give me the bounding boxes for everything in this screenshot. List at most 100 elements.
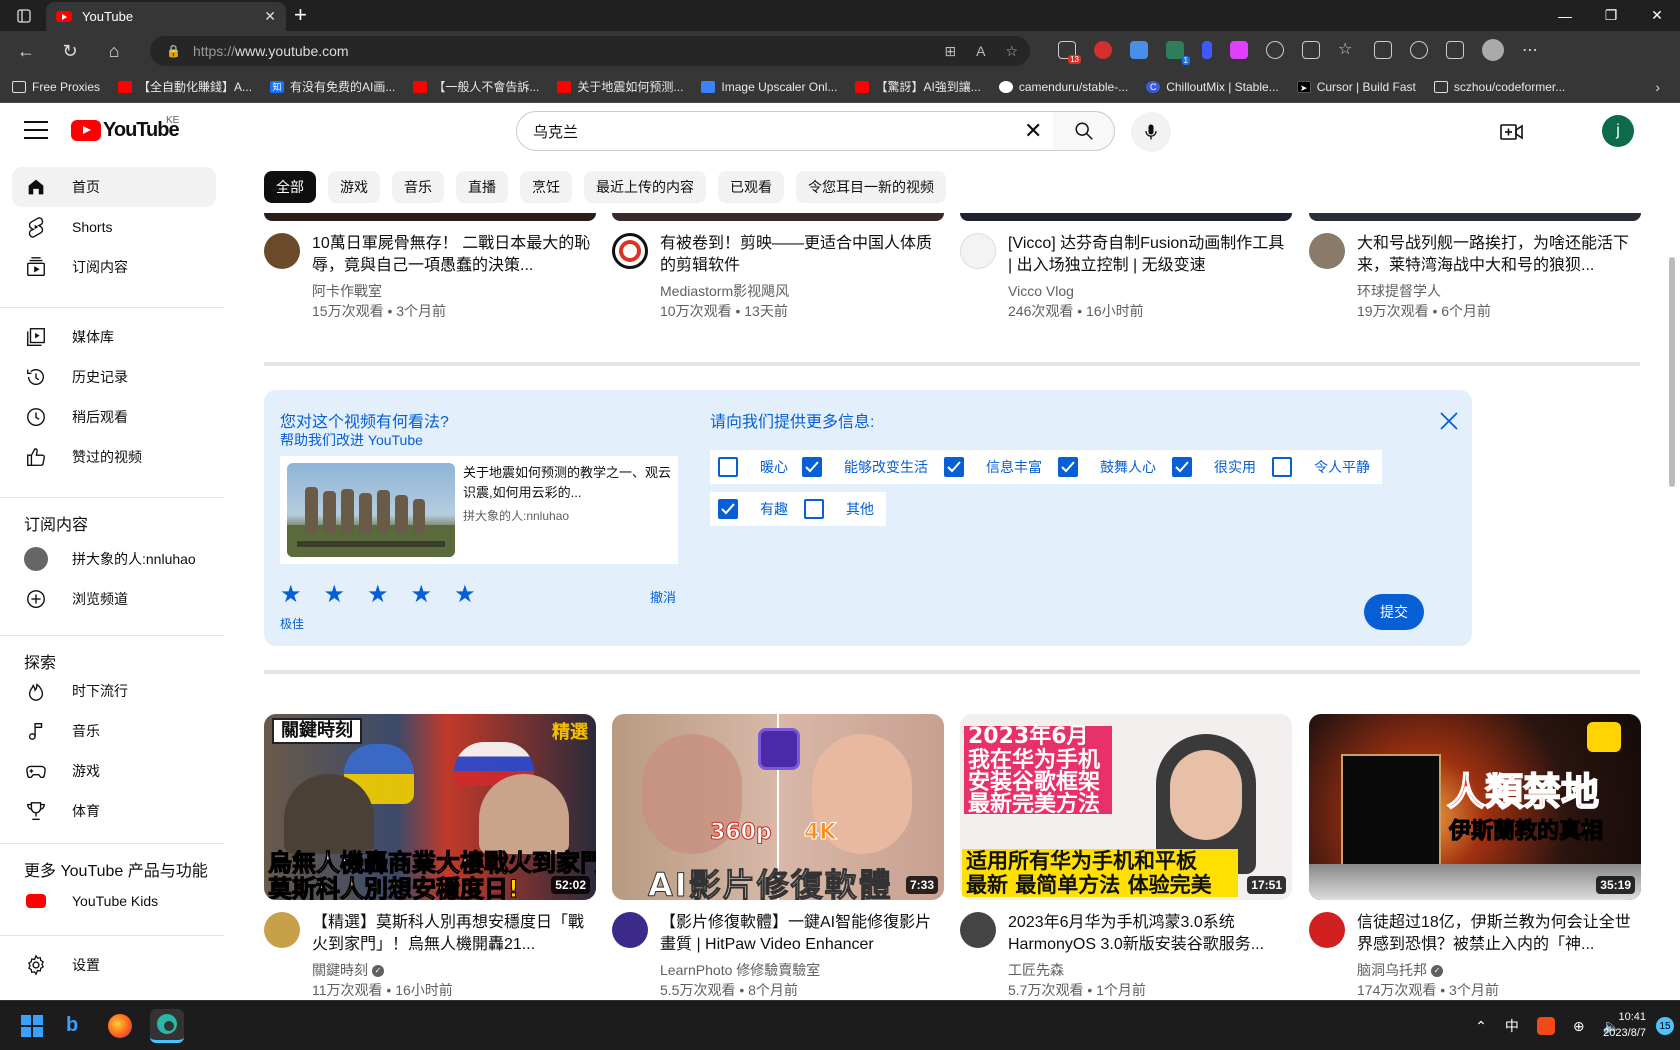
checkbox-checked[interactable] (802, 457, 822, 477)
sidebar-item-youtube-kids[interactable]: YouTube Kids (12, 881, 216, 921)
video-title[interactable]: 信徒超过18亿，伊斯兰教为何会让全世界感到恐惧？被禁止入内的「神... (1357, 912, 1641, 956)
voice-search-button[interactable] (1131, 112, 1171, 152)
video-card[interactable]: 【精選】莫斯科人別再想安穩度日「戰火到家門」！烏無人機開轟21... 關鍵時刻 ✓… (264, 912, 596, 1000)
clear-search-icon[interactable]: ✕ (1024, 120, 1042, 142)
windows-start-icon[interactable] (20, 1014, 44, 1038)
sogou-icon[interactable] (1536, 1017, 1555, 1035)
star-icon[interactable]: ★ (324, 583, 346, 607)
tab-actions-icon[interactable] (0, 0, 48, 31)
channel-avatar[interactable] (612, 233, 648, 269)
survey-video-thumbnail[interactable] (287, 463, 455, 557)
extension-pink-icon[interactable] (1230, 41, 1248, 59)
bookmark-item[interactable]: Free Proxies (12, 80, 100, 94)
option-calming[interactable]: 令人平静 (1264, 450, 1382, 484)
undo-button[interactable]: 撤消 (650, 587, 676, 606)
checkbox-checked[interactable] (718, 499, 738, 519)
channel-name[interactable]: 阿卡作戰室 (312, 281, 596, 301)
capture-icon[interactable] (1446, 41, 1464, 59)
video-card[interactable]: 信徒超过18亿，伊斯兰教为何会让全世界感到恐惧？被禁止入内的「神... 脑洞乌托… (1309, 912, 1641, 1000)
bookmark-item[interactable]: 【一般人不會告訴... (413, 78, 539, 95)
bing-icon[interactable]: b (66, 1014, 90, 1038)
lock-icon[interactable]: 🔒 (166, 44, 181, 58)
extensions-puzzle-icon[interactable] (1266, 41, 1284, 59)
checkbox[interactable] (804, 499, 824, 519)
back-icon[interactable]: ← (8, 35, 44, 67)
chip-recently-uploaded[interactable]: 最近上传的内容 (584, 171, 706, 203)
sidebar-item-settings[interactable]: 设置 (12, 945, 216, 985)
sidebar-item-sports[interactable]: 体育 (12, 791, 216, 831)
sidebar-item-music[interactable]: 音乐 (12, 711, 216, 751)
bookmark-item[interactable]: camenduru/stable-... (998, 80, 1128, 94)
chip-live[interactable]: 直播 (456, 171, 508, 203)
address-bar[interactable]: 🔒 https:// www.youtube.com ⊞ A ☆ (150, 36, 1030, 66)
chip-new-to-you[interactable]: 令您耳目一新的视频 (796, 171, 946, 203)
channel-name[interactable]: Mediastorm影视飓风 (660, 281, 944, 301)
system-clock[interactable]: 10:41 2023/8/7 (1603, 1009, 1646, 1041)
channel-avatar[interactable] (264, 912, 300, 948)
extension-green-icon[interactable]: 1 (1166, 41, 1190, 65)
favorites-icon[interactable]: ☆ (1338, 41, 1356, 59)
sidebar-item-watch-later[interactable]: 稍后观看 (12, 397, 216, 437)
checkbox-checked[interactable] (944, 457, 964, 477)
sidebar-item-channel[interactable]: 拼大象的人:nnluhao (12, 539, 216, 579)
submit-button[interactable]: 提交 (1364, 594, 1424, 630)
video-thumbnail[interactable] (960, 213, 1292, 221)
option-other[interactable]: 其他 (796, 492, 886, 526)
chip-gaming[interactable]: 游戏 (328, 171, 380, 203)
chip-cooking[interactable]: 烹饪 (520, 171, 572, 203)
bookmark-item[interactable]: 【驚訝】AI強到讓... (855, 78, 981, 95)
bookmark-item[interactable]: 【全自動化賺錢】A... (118, 78, 252, 95)
favorite-star-icon[interactable]: ☆ (1005, 43, 1018, 60)
more-menu-icon[interactable]: ⋯ (1522, 40, 1538, 60)
sidebar-item-home[interactable]: 首页 (12, 167, 216, 207)
channel-name[interactable]: Vicco Vlog (1008, 281, 1292, 301)
split-screen-icon[interactable] (1302, 41, 1320, 59)
channel-avatar[interactable] (960, 233, 996, 269)
option-inspiring[interactable]: 鼓舞人心 (1050, 450, 1168, 484)
youtube-logo[interactable]: YouTube (71, 119, 180, 142)
bookmark-item[interactable]: ➤ Cursor | Build Fast (1296, 80, 1416, 94)
video-thumbnail[interactable]: 關鍵時刻 精選 烏無人機轟商業大樓戰火到家門 莫斯科人別想安穩度日! 52:02 (264, 714, 596, 900)
browser-essentials-icon[interactable] (1410, 41, 1428, 59)
bookmark-item[interactable]: C ChilloutMix | Stable... (1146, 80, 1279, 94)
video-thumbnail[interactable]: 人類禁地 伊斯蘭教的真相 35:19 (1309, 714, 1641, 900)
search-button[interactable] (1053, 111, 1115, 151)
video-title[interactable]: 大和号战列舰一路挨打，为啥还能活下来，莱特湾海战中大和号的狼狈... (1357, 233, 1641, 277)
user-avatar[interactable]: j (1602, 115, 1634, 147)
sidebar-item-trending[interactable]: 时下流行 (12, 671, 216, 711)
extension-download-icon[interactable] (1130, 41, 1148, 59)
star-icon[interactable]: ★ (454, 583, 476, 607)
sidebar-item-shorts[interactable]: Shorts (12, 207, 216, 247)
video-card[interactable]: 10萬日軍屍骨無存！ 二戰日本最大的恥辱，竟與自己一項愚蠢的決策... 阿卡作戰… (264, 233, 596, 321)
video-card[interactable]: 大和号战列舰一路挨打，为啥还能活下来，莱特湾海战中大和号的狼狈... 环球提督学… (1309, 233, 1641, 321)
channel-avatar[interactable] (1309, 233, 1345, 269)
home-browser-icon[interactable]: ⌂ (96, 35, 132, 67)
app-available-icon[interactable]: ⊞ (944, 43, 956, 60)
channel-name[interactable]: 环球提督学人 (1357, 281, 1641, 301)
chip-all[interactable]: 全部 (264, 171, 316, 203)
video-thumbnail[interactable] (1309, 213, 1641, 221)
option-life-changing[interactable]: 能够改变生活 (794, 450, 940, 484)
video-thumbnail[interactable]: 360p 4K AI影片修復軟體 7:33 (612, 714, 944, 900)
option-informative[interactable]: 信息丰富 (936, 450, 1054, 484)
collections-icon[interactable] (1374, 41, 1392, 59)
input-method-indicator[interactable]: 中 (1505, 1016, 1519, 1036)
star-icon[interactable]: ★ (280, 583, 302, 607)
refresh-icon[interactable]: ↻ (52, 35, 88, 67)
channel-name[interactable]: 工匠先森 (1008, 960, 1292, 980)
video-card[interactable]: 有被卷到！剪映——更适合中国人体质的剪辑软件 Mediastorm影视飓风 10… (612, 233, 944, 321)
checkbox[interactable] (718, 457, 738, 477)
checkbox-checked[interactable] (1058, 457, 1078, 477)
search-input[interactable]: 乌克兰 (516, 111, 1054, 151)
sidebar-item-liked[interactable]: 赞过的视频 (12, 437, 216, 477)
create-video-button[interactable] (1500, 121, 1524, 148)
chevron-right-icon[interactable]: › (1655, 79, 1660, 95)
video-thumbnail[interactable] (264, 213, 596, 221)
close-icon[interactable] (1438, 410, 1460, 437)
firefox-icon[interactable] (108, 1014, 132, 1038)
sidebar-item-browse-channels[interactable]: 浏览频道 (12, 579, 216, 619)
channel-avatar[interactable] (612, 912, 648, 948)
extension-screen-icon[interactable]: 13 (1058, 41, 1081, 64)
video-thumbnail[interactable]: 2023年6月 我在华为手机 安装谷歌框架 最新完美方法 适用所有华为手机和平板… (960, 714, 1292, 900)
channel-avatar[interactable] (960, 912, 996, 948)
